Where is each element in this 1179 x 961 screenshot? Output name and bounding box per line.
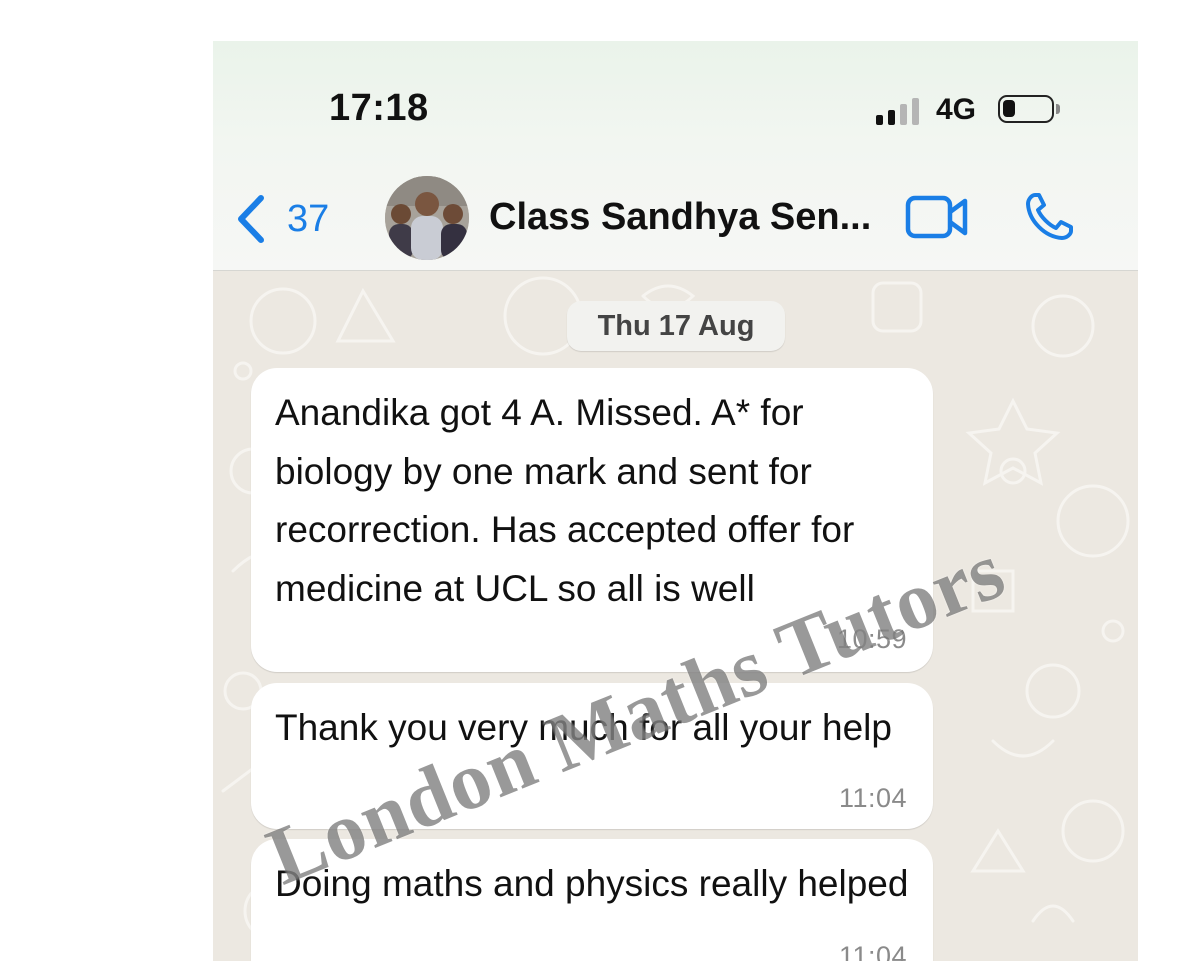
signal-bar (888, 110, 895, 125)
message-bubble[interactable]: Thank you very much for all your help 11… (251, 683, 933, 829)
battery-nub (1056, 104, 1060, 114)
network-type: 4G (936, 93, 977, 126)
video-camera-icon[interactable] (905, 195, 969, 239)
signal-bar (912, 98, 919, 125)
back-button[interactable]: 37 (233, 191, 329, 247)
avatar[interactable] (385, 176, 469, 260)
status-time: 17:18 (329, 87, 429, 129)
battery-level (1003, 100, 1015, 117)
message-text: Doing maths and physics really helped (275, 863, 909, 904)
chat-messages[interactable]: Thu 17 Aug Anandika got 4 A. Missed. A* … (213, 271, 1138, 961)
signal-bar (876, 115, 883, 125)
message-bubble[interactable]: Doing maths and physics really helped 11… (251, 839, 933, 961)
message-time: 11:04 (838, 783, 907, 813)
signal-bar (900, 104, 907, 125)
chat-header: 17:18 4G 37 Class Sandhya Sen... (213, 41, 1138, 271)
message-time: 11:04 (838, 941, 907, 961)
chat-title[interactable]: Class Sandhya Sen... (489, 196, 871, 239)
phone-screen: 17:18 4G 37 Class Sandhya Sen... Thu 17 … (213, 41, 1138, 961)
message-time: 10:59 (836, 624, 907, 654)
phone-icon[interactable] (1023, 191, 1075, 243)
message-bubble[interactable]: Anandika got 4 A. Missed. A* for biology… (251, 368, 933, 672)
signal-strength-icon (876, 97, 924, 125)
battery-icon (998, 95, 1054, 123)
group-photo (385, 176, 469, 260)
date-separator: Thu 17 Aug (567, 301, 785, 351)
unread-count: 37 (287, 197, 330, 240)
chevron-left-icon (238, 195, 264, 243)
message-text: Anandika got 4 A. Missed. A* for biology… (275, 392, 855, 609)
message-text: Thank you very much for all your help (275, 707, 892, 748)
